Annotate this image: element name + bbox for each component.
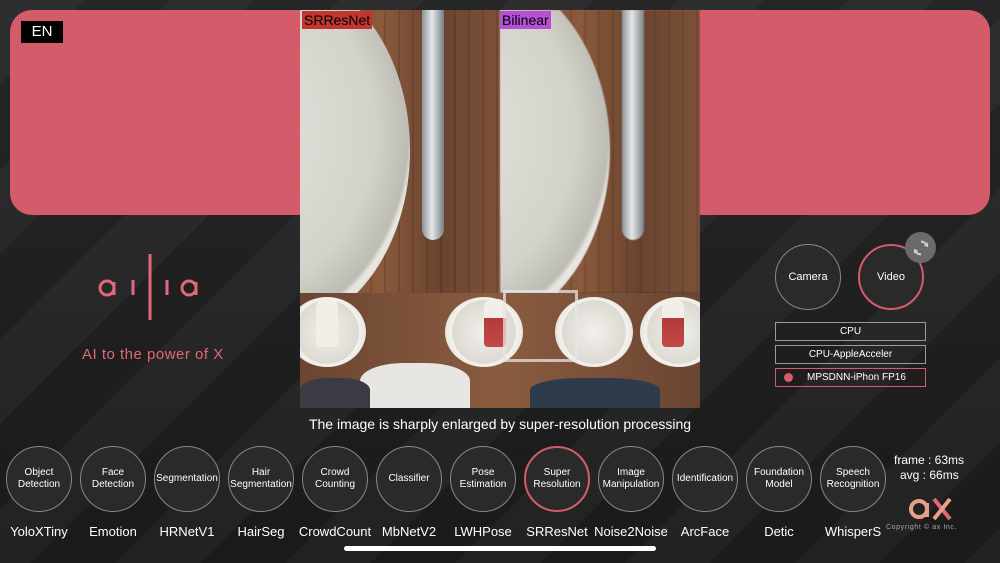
- model-name: WhisperS: [824, 524, 882, 539]
- knife-image: [422, 10, 444, 240]
- caption-text: The image is sharply enlarged by super-r…: [308, 416, 692, 432]
- model-name: HRNetV1: [159, 524, 215, 539]
- home-indicator[interactable]: [344, 546, 656, 551]
- model-name: HairSeg: [237, 524, 285, 539]
- model-segmentation[interactable]: Segmentation: [154, 446, 220, 512]
- model-name: Detic: [764, 524, 794, 539]
- refresh-icon[interactable]: [905, 232, 936, 263]
- model-foundation-model[interactable]: Foundation Model: [746, 446, 812, 512]
- bilinear-label: Bilinear: [500, 11, 551, 29]
- model-name: CrowdCount: [298, 524, 372, 539]
- srresnet-label: SRResNet: [302, 11, 373, 29]
- tagline: AI to the power of X: [82, 346, 224, 363]
- model-name: ArcFace: [680, 524, 730, 539]
- model-name: Noise2Noise: [594, 524, 668, 539]
- avg-time: avg : 66ms: [900, 468, 959, 482]
- model-object-detection[interactable]: Object Detection: [6, 446, 72, 512]
- camera-button[interactable]: Camera: [775, 244, 841, 310]
- model-image-manipulation[interactable]: Image Manipulation: [598, 446, 664, 512]
- language-button[interactable]: EN: [21, 21, 63, 43]
- ailia-logo: [98, 254, 198, 320]
- model-crowd-counting[interactable]: Crowd Counting: [302, 446, 368, 512]
- copyright-text: Copyright © ax Inc.: [886, 524, 958, 531]
- env-mpsdnn-label: MPSDNN-iPhon FP16: [807, 372, 906, 383]
- model-pose-estimation[interactable]: Pose Estimation: [450, 446, 516, 512]
- sr-output-panel: [300, 10, 500, 293]
- model-hair-segmentation[interactable]: Hair Segmentation: [228, 446, 294, 512]
- model-identification[interactable]: Identification: [672, 446, 738, 512]
- performance-stats: frame : 63ms avg : 66ms: [894, 453, 964, 483]
- model-name: SRResNet: [526, 524, 588, 539]
- bilinear-output-panel: [500, 10, 700, 293]
- sr-comparison: [300, 10, 700, 293]
- model-classifier[interactable]: Classifier: [376, 446, 442, 512]
- model-face-detection[interactable]: Face Detection: [80, 446, 146, 512]
- zoom-selection-box[interactable]: [503, 290, 578, 362]
- ax-logo: [909, 497, 952, 521]
- env-mpsdnn-button[interactable]: MPSDNN-iPhon FP16: [775, 368, 926, 387]
- knife-image: [622, 10, 644, 240]
- model-name: YoloXTiny: [10, 524, 68, 539]
- model-name: MbNetV2: [381, 524, 437, 539]
- model-speech-recognition[interactable]: Speech Recognition: [820, 446, 886, 512]
- env-cpu-button[interactable]: CPU: [775, 322, 926, 341]
- selected-dot-icon: [784, 373, 793, 382]
- frame-time: frame : 63ms: [894, 453, 965, 467]
- source-video-thumbnail[interactable]: [300, 293, 700, 408]
- env-cpu-apple-button[interactable]: CPU-AppleAcceler: [775, 345, 926, 364]
- model-super-resolution[interactable]: Super Resolution: [524, 446, 590, 512]
- model-name: Emotion: [89, 524, 137, 539]
- model-name: LWHPose: [454, 524, 512, 539]
